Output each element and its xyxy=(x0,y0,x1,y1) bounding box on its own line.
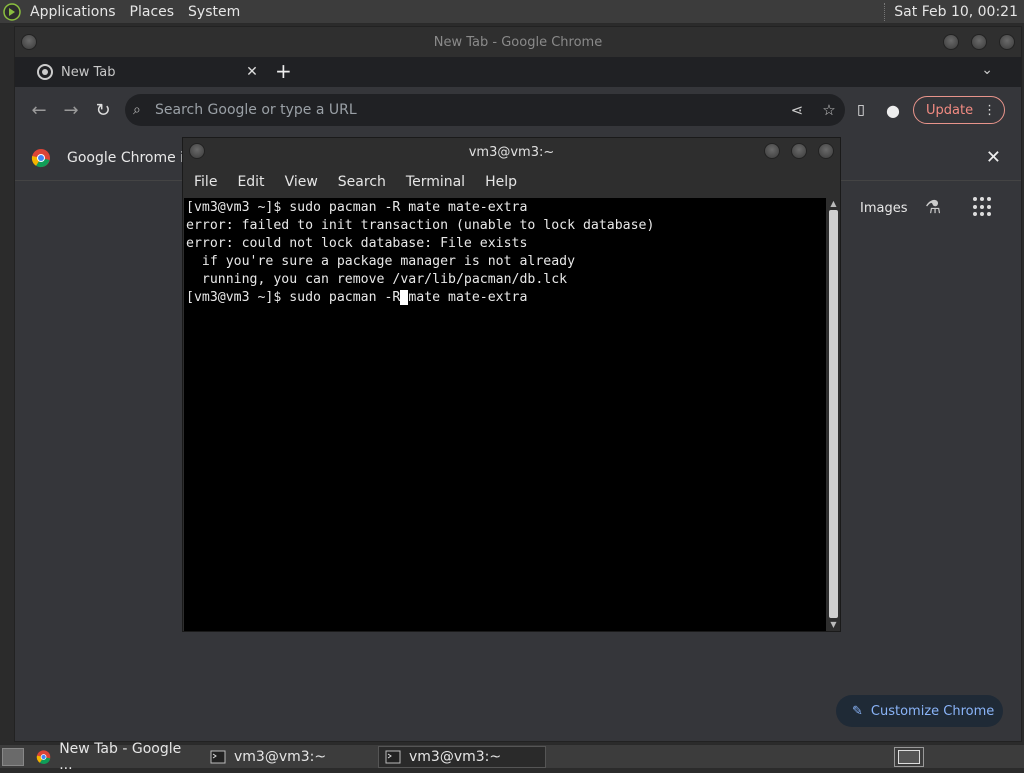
tab-close-icon[interactable]: ✕ xyxy=(241,64,263,80)
taskbar-item-terminal-active[interactable]: vm3@vm3:~ xyxy=(378,745,546,768)
images-link[interactable]: Images xyxy=(860,201,908,216)
terminal-titlebar[interactable]: vm3@vm3:~ xyxy=(183,138,840,166)
scroll-down-arrow-icon[interactable]: ▼ xyxy=(829,620,838,630)
menu-file[interactable]: File xyxy=(194,174,217,190)
infobar-text: Google Chrome isn xyxy=(67,149,201,166)
terminal-minimize-button[interactable] xyxy=(764,143,780,159)
tab-new-tab[interactable]: New Tab ✕ xyxy=(23,57,263,87)
profile-icon[interactable]: ● xyxy=(877,94,909,126)
maximize-button[interactable] xyxy=(971,34,987,50)
customize-chrome-button[interactable]: ✎ Customize Chrome xyxy=(836,695,1003,727)
top-panel: Applications Places System Sat Feb 10, 0… xyxy=(0,0,1024,24)
terminal-line: error: could not lock database: File exi… xyxy=(186,236,528,251)
customize-label: Customize Chrome xyxy=(870,703,995,719)
places-menu[interactable]: Places xyxy=(124,4,183,20)
prompt-after-cursor: mate mate-extra xyxy=(408,290,528,305)
workspace-switcher[interactable] xyxy=(894,746,924,767)
workspace-1[interactable] xyxy=(898,749,920,764)
terminal-close-button[interactable] xyxy=(818,143,834,159)
terminal-icon xyxy=(385,750,401,763)
terminal-title: vm3@vm3:~ xyxy=(468,144,555,160)
chrome-window-title: New Tab - Google Chrome xyxy=(433,34,603,50)
scrollbar-thumb[interactable] xyxy=(829,210,838,618)
panel-separator xyxy=(884,2,886,21)
terminal-maximize-button[interactable] xyxy=(791,143,807,159)
terminal-prompt-line: [vm3@vm3 ~]$ sudo pacman -R mate mate-ex… xyxy=(186,289,824,307)
taskbar-item-label: vm3@vm3:~ xyxy=(234,748,327,765)
minimize-button[interactable] xyxy=(943,34,959,50)
side-panel-icon[interactable]: ▯ xyxy=(845,94,877,126)
terminal-line: [vm3@vm3 ~]$ sudo pacman -R mate mate-ex… xyxy=(186,200,528,215)
clock[interactable]: Sat Feb 10, 00:21 xyxy=(894,4,1024,20)
menu-edit[interactable]: Edit xyxy=(237,174,264,190)
menu-view[interactable]: View xyxy=(285,174,318,190)
labs-flask-icon[interactable]: ⚗ xyxy=(925,197,941,218)
omnibox[interactable]: ⌕ Search Google or type a URL ⋖ ☆ xyxy=(125,94,845,126)
taskbar-item-chrome[interactable]: New Tab - Google ... xyxy=(30,741,198,773)
bottom-panel: New Tab - Google ... vm3@vm3:~ vm3@vm3:~ xyxy=(0,741,1024,773)
chrome-titlebar[interactable]: New Tab - Google Chrome xyxy=(15,27,1021,57)
menu-help[interactable]: Help xyxy=(485,174,517,190)
terminal-line: if you're sure a package manager is not … xyxy=(186,254,576,269)
bookmark-star-icon[interactable]: ☆ xyxy=(813,101,845,119)
reload-icon[interactable]: ↻ xyxy=(87,94,119,126)
menu-kebab-icon[interactable]: ⋮ xyxy=(983,103,996,118)
terminal-line: error: failed to init transaction (unabl… xyxy=(186,218,655,233)
tabstrip: New Tab ✕ + ⌄ xyxy=(15,57,1021,87)
menu-terminal[interactable]: Terminal xyxy=(406,174,465,190)
terminal-line: running, you can remove /var/lib/pacman/… xyxy=(186,272,568,287)
terminal-window: vm3@vm3:~ File Edit View Search Terminal… xyxy=(182,137,841,632)
show-desktop-button[interactable] xyxy=(2,747,24,766)
close-button[interactable] xyxy=(999,34,1015,50)
search-icon: ⌕ xyxy=(133,102,141,118)
chrome-logo-icon xyxy=(31,148,50,167)
terminal-screen[interactable]: [vm3@vm3 ~]$ sudo pacman -R mate mate-ex… xyxy=(184,198,826,631)
terminal-scrollbar[interactable]: ▲ ▼ xyxy=(827,198,840,631)
prompt-before-cursor: [vm3@vm3 ~]$ sudo pacman -R xyxy=(186,290,401,305)
chrome-icon xyxy=(36,749,51,764)
window-menu-button[interactable] xyxy=(21,34,37,50)
back-icon[interactable]: ← xyxy=(23,94,55,126)
tab-title: New Tab xyxy=(61,64,116,80)
new-tab-button[interactable]: + xyxy=(275,59,292,83)
chrome-favicon-icon xyxy=(37,64,53,80)
omnibox-placeholder: Search Google or type a URL xyxy=(155,102,357,118)
forward-icon[interactable]: → xyxy=(55,94,87,126)
update-button[interactable]: Update ⋮ xyxy=(913,96,1006,124)
applications-menu[interactable]: Applications xyxy=(24,4,124,20)
terminal-window-menu-button[interactable] xyxy=(189,143,205,159)
share-icon[interactable]: ⋖ xyxy=(781,101,813,119)
chrome-toolbar: ← → ↻ ⌕ Search Google or type a URL ⋖ ☆ … xyxy=(15,87,1021,133)
tab-search-chevron-icon[interactable]: ⌄ xyxy=(981,62,993,78)
terminal-icon xyxy=(210,750,226,763)
system-menu[interactable]: System xyxy=(182,4,248,20)
taskbar-item-label: vm3@vm3:~ xyxy=(409,748,502,765)
apps-grid-icon[interactable] xyxy=(973,197,993,217)
infobar-close-icon[interactable]: ✕ xyxy=(986,147,1001,168)
pencil-icon: ✎ xyxy=(852,703,863,719)
scroll-up-arrow-icon[interactable]: ▲ xyxy=(829,199,838,209)
mate-logo-icon[interactable] xyxy=(0,0,24,24)
update-label: Update xyxy=(926,102,974,118)
menu-search[interactable]: Search xyxy=(338,174,386,190)
taskbar-item-terminal[interactable]: vm3@vm3:~ xyxy=(204,746,372,768)
terminal-menubar: File Edit View Search Terminal Help xyxy=(183,166,840,198)
